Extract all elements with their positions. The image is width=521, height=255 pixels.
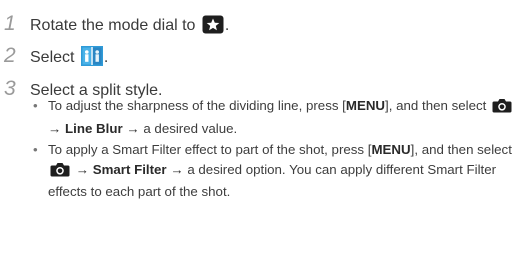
instruction-bullets: • To adjust the sharpness of the dividin…: [30, 96, 518, 203]
step-text: Rotate the mode dial to .: [30, 15, 229, 38]
step-text: Select .: [30, 46, 108, 70]
bullet-marker: •: [33, 142, 38, 158]
list-item: • To adjust the sharpness of the dividin…: [30, 96, 518, 138]
step-1: 1 Rotate the mode dial to .: [0, 13, 229, 38]
step-number: 2: [4, 44, 16, 67]
split-shot-icon: [80, 46, 103, 70]
menu-option-line-blur: Line Blur: [65, 120, 123, 136]
menu-key-label: MENU: [371, 142, 411, 158]
bullet-marker: •: [33, 98, 38, 113]
smart-mode-star-icon: [202, 15, 224, 38]
step-number: 3: [4, 77, 16, 100]
list-item: • To apply a Smart Filter effect to part…: [33, 142, 512, 200]
menu-option-smart-filter: Smart Filter: [92, 161, 167, 177]
camera-icon: [492, 98, 512, 119]
step-number: 1: [4, 12, 16, 35]
camera-icon: [50, 162, 70, 183]
step-2: 2 Select .: [0, 45, 108, 70]
menu-key-label: MENU: [345, 98, 386, 113]
